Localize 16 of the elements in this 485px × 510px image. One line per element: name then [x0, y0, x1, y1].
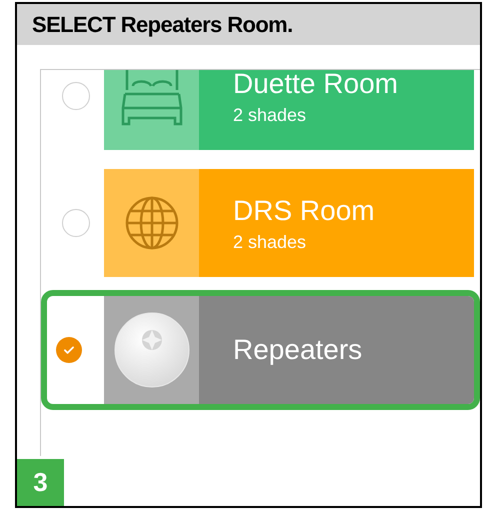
bed-icon — [120, 70, 182, 128]
radio-button[interactable] — [62, 82, 90, 110]
instruction-text: SELECT Repeaters Room. — [32, 12, 293, 38]
room-name: Duette Room — [233, 70, 399, 100]
globe-icon — [124, 195, 180, 251]
shade-count: 2 shades — [233, 232, 308, 252]
room-name: DRS Room — [233, 194, 376, 228]
round-device-icon — [114, 312, 190, 388]
room-card[interactable]: DRS Room 2 shades — [199, 169, 474, 277]
step-badge: 3 — [17, 459, 64, 506]
shade-count: 2 shades — [233, 104, 308, 126]
radio-button[interactable] — [56, 337, 82, 363]
room-card[interactable]: Duette Room 2 shades — [199, 70, 474, 150]
room-card[interactable]: Repeaters — [199, 296, 474, 404]
radio-button[interactable] — [62, 209, 90, 237]
room-name: Repeaters — [233, 333, 364, 367]
